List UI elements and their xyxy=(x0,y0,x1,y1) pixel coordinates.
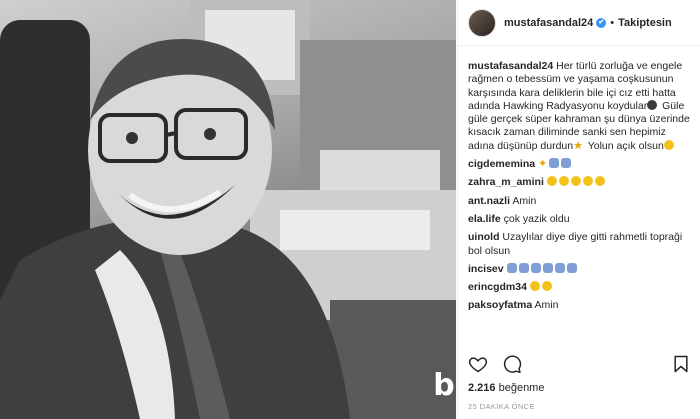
comment-text: çok yazik oldu xyxy=(503,212,570,225)
comment-icon[interactable] xyxy=(502,354,522,374)
bookmark-icon[interactable] xyxy=(671,354,691,374)
comment-item: incisev xyxy=(468,262,693,276)
sparkle-emoji-icon: ✦ xyxy=(538,158,548,171)
star-emoji-icon: ★ xyxy=(573,139,583,152)
comment-username[interactable]: uinold xyxy=(468,231,500,243)
comment-username[interactable]: cigdememina xyxy=(468,158,535,170)
comment-username[interactable]: erincgdm34 xyxy=(468,281,527,293)
pray-emoji-icon xyxy=(518,262,529,273)
follow-status-button[interactable]: Takiptesin xyxy=(618,17,672,29)
comment-item: ela.life çok yazik oldu xyxy=(468,213,693,226)
separator-dot: • xyxy=(610,16,615,29)
comment-item: uinold Uzaylılar diye diye gitti rahmetl… xyxy=(468,231,693,258)
instagram-post-view: b mustafasandal24 ✔ • Takiptesin mustafa… xyxy=(0,0,700,419)
caption: mustafasandal24 Her türlü zorluğa ve eng… xyxy=(468,60,693,153)
comment-username[interactable]: incisev xyxy=(468,263,504,275)
sad-emoji-icon xyxy=(529,281,540,292)
likes-number: 2.216 xyxy=(468,382,496,394)
comment-text: Uzaylılar diye diye gitti rahmetli topra… xyxy=(468,231,683,257)
comment-username[interactable]: paksoyfatma xyxy=(468,299,532,311)
comments-list[interactable]: mustafasandal24 Her türlü zorluğa ve eng… xyxy=(468,60,693,346)
verified-icon: ✔ xyxy=(596,17,607,28)
post-photo[interactable]: b xyxy=(0,0,456,419)
post-header: mustafasandal24 ✔ • Takiptesin xyxy=(458,0,700,46)
header-username[interactable]: mustafasandal24 xyxy=(504,17,593,29)
comment-text: Amin xyxy=(512,194,537,207)
likes-count[interactable]: 2.216 beğenme xyxy=(468,382,544,394)
comment-item: ant.nazli Amin xyxy=(468,195,693,208)
pray-emoji-icon xyxy=(542,262,553,273)
comment-item: cigdememina ✦ xyxy=(468,158,693,171)
avatar[interactable] xyxy=(468,8,496,37)
sad-emoji-icon xyxy=(582,176,593,187)
comment-item: paksoyfatma Amin xyxy=(468,299,693,312)
heart-icon[interactable] xyxy=(468,354,488,374)
post-timestamp: 25 DAKİKA ÖNCE xyxy=(468,402,535,411)
sunglasses-emoji-icon xyxy=(647,99,658,110)
pray-emoji-icon xyxy=(530,262,541,273)
comment-item: zahra_m_amini xyxy=(468,176,693,189)
post-actions xyxy=(468,354,522,374)
likes-label: beğenme xyxy=(498,382,545,394)
comment-item: erincgdm34 xyxy=(468,281,693,294)
pray-emoji-icon xyxy=(554,262,565,273)
sad-emoji-icon xyxy=(558,176,569,187)
pray-emoji-icon xyxy=(566,262,577,273)
sad-emoji-icon xyxy=(594,176,605,187)
caption-username[interactable]: mustafasandal24 xyxy=(468,60,553,72)
comment-username[interactable]: ela.life xyxy=(468,213,501,225)
comment-text: Amin xyxy=(534,299,559,312)
pray-emoji-icon xyxy=(506,262,517,273)
comment-username[interactable]: zahra_m_amini xyxy=(468,176,544,188)
post-side-panel: mustafasandal24 ✔ • Takiptesin mustafasa… xyxy=(457,0,700,419)
sad-emoji-icon xyxy=(541,281,552,292)
pray-emoji-icon xyxy=(561,158,572,169)
smile-emoji-icon xyxy=(663,139,674,150)
sad-emoji-icon xyxy=(546,176,557,187)
pray-emoji-icon xyxy=(549,158,560,169)
photo-illustration xyxy=(0,0,456,419)
caption-text-3: Yolun açık olsun xyxy=(584,139,664,152)
comment-username[interactable]: ant.nazli xyxy=(468,195,510,207)
sad-emoji-icon xyxy=(570,176,581,187)
